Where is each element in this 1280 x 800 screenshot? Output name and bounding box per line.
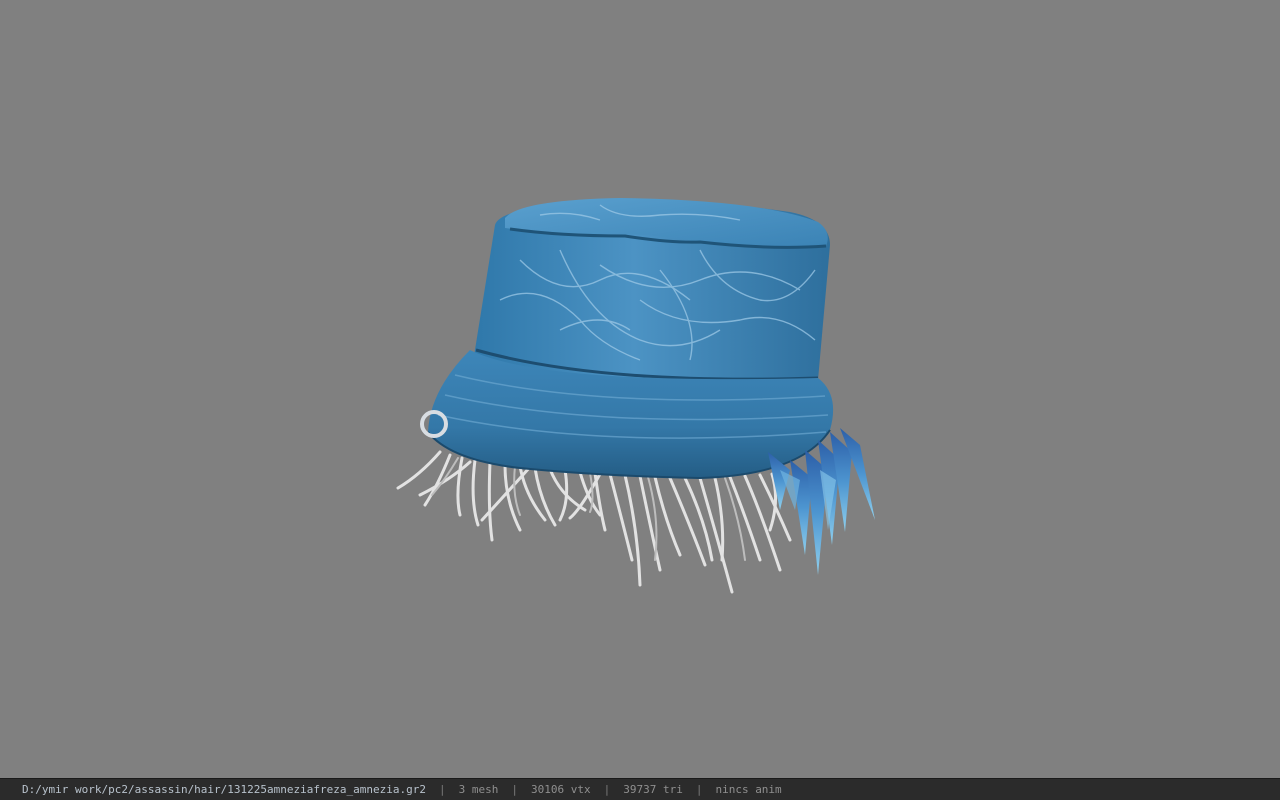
- status-separator: |: [511, 783, 518, 796]
- status-separator: |: [695, 783, 703, 796]
- status-bar: D:/ymir work/pc2/assassin/hair/131225amn…: [0, 778, 1280, 800]
- triangle-count-label: 39737 tri: [623, 783, 683, 796]
- status-separator: |: [603, 783, 611, 796]
- 3d-viewport[interactable]: [0, 0, 1280, 778]
- mesh-count-label: 3 mesh: [458, 783, 499, 796]
- animation-status-label: nincs anim: [715, 783, 782, 796]
- hat-model-render[interactable]: [0, 0, 1280, 778]
- file-path-label: D:/ymir work/pc2/assassin/hair/131225amn…: [22, 783, 426, 796]
- status-separator: |: [438, 783, 446, 796]
- vertex-count-label: 30106 vtx: [530, 783, 591, 796]
